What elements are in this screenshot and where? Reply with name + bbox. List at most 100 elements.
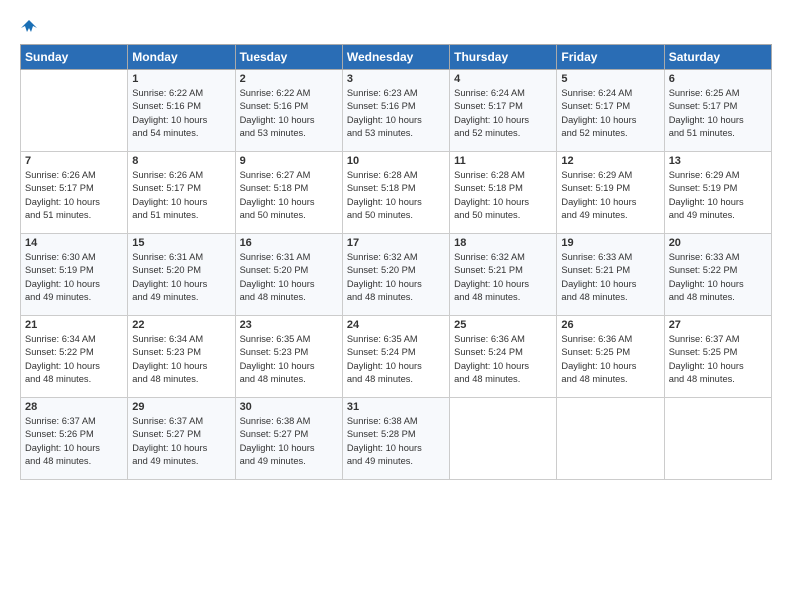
header-cell-saturday: Saturday bbox=[664, 45, 771, 70]
day-number: 27 bbox=[669, 319, 767, 331]
week-row-1: 1 Sunrise: 6:22 AM Sunset: 5:16 PM Daylig… bbox=[21, 70, 772, 152]
day-info: Sunrise: 6:31 AM Sunset: 5:20 PM Dayligh… bbox=[132, 251, 230, 305]
day-cell: 8Sunrise: 6:26 AM Sunset: 5:17 PM Daylig… bbox=[128, 152, 235, 234]
day-number: 18 bbox=[454, 237, 552, 249]
day-info: Sunrise: 6:29 AM Sunset: 5:19 PM Dayligh… bbox=[561, 169, 659, 223]
day-cell: 14 Sunrise: 6:30 AM Sunset: 5:19 PM Dayli… bbox=[21, 234, 128, 316]
day-cell: 3 Sunrise: 6:23 AM Sunset: 5:16 PM Daylig… bbox=[342, 70, 449, 152]
logo bbox=[20, 18, 38, 34]
header-cell-sunday: Sunday bbox=[21, 45, 128, 70]
day-cell bbox=[664, 398, 771, 480]
day-info: Sunrise: 6:37 AM Sunset: 5:27 PM Dayligh… bbox=[132, 415, 230, 469]
day-number: 8 bbox=[132, 155, 230, 167]
day-number: 1 bbox=[132, 73, 230, 85]
day-info: Sunrise: 6:38 AM Sunset: 5:27 PM Dayligh… bbox=[240, 415, 338, 469]
day-number: 13 bbox=[669, 155, 767, 167]
week-row-5: 28 Sunrise: 6:37 AM Sunset: 5:26 PM Dayli… bbox=[21, 398, 772, 480]
day-cell: 10Sunrise: 6:28 AM Sunset: 5:18 PM Dayli… bbox=[342, 152, 449, 234]
day-number: 25 bbox=[454, 319, 552, 331]
day-info: Sunrise: 6:25 AM Sunset: 5:17 PM Dayligh… bbox=[669, 87, 767, 141]
day-number: 3 bbox=[347, 73, 445, 85]
day-info: Sunrise: 6:24 AM Sunset: 5:17 PM Dayligh… bbox=[454, 87, 552, 141]
day-info: Sunrise: 6:23 AM Sunset: 5:16 PM Dayligh… bbox=[347, 87, 445, 141]
day-number: 30 bbox=[240, 401, 338, 413]
day-cell: 2 Sunrise: 6:22 AM Sunset: 5:16 PM Daylig… bbox=[235, 70, 342, 152]
day-info: Sunrise: 6:28 AM Sunset: 5:18 PM Dayligh… bbox=[347, 169, 445, 223]
day-cell: 5 Sunrise: 6:24 AM Sunset: 5:17 PM Daylig… bbox=[557, 70, 664, 152]
day-number: 20 bbox=[669, 237, 767, 249]
day-info: Sunrise: 6:36 AM Sunset: 5:25 PM Dayligh… bbox=[561, 333, 659, 387]
day-cell: 6 Sunrise: 6:25 AM Sunset: 5:17 PM Daylig… bbox=[664, 70, 771, 152]
day-cell: 20 Sunrise: 6:33 AM Sunset: 5:22 PM Dayli… bbox=[664, 234, 771, 316]
day-cell: 1 Sunrise: 6:22 AM Sunset: 5:16 PM Daylig… bbox=[128, 70, 235, 152]
day-number: 6 bbox=[669, 73, 767, 85]
header-cell-monday: Monday bbox=[128, 45, 235, 70]
day-number: 24 bbox=[347, 319, 445, 331]
day-number: 28 bbox=[25, 401, 123, 413]
day-info: Sunrise: 6:22 AM Sunset: 5:16 PM Dayligh… bbox=[132, 87, 230, 141]
day-info: Sunrise: 6:34 AM Sunset: 5:22 PM Dayligh… bbox=[25, 333, 123, 387]
day-info: Sunrise: 6:24 AM Sunset: 5:17 PM Dayligh… bbox=[561, 87, 659, 141]
day-cell: 11Sunrise: 6:28 AM Sunset: 5:18 PM Dayli… bbox=[450, 152, 557, 234]
day-number: 29 bbox=[132, 401, 230, 413]
day-info: Sunrise: 6:22 AM Sunset: 5:16 PM Dayligh… bbox=[240, 87, 338, 141]
day-cell: 16Sunrise: 6:31 AM Sunset: 5:20 PM Dayli… bbox=[235, 234, 342, 316]
day-info: Sunrise: 6:37 AM Sunset: 5:25 PM Dayligh… bbox=[669, 333, 767, 387]
day-number: 2 bbox=[240, 73, 338, 85]
day-cell: 13 Sunrise: 6:29 AM Sunset: 5:19 PM Dayli… bbox=[664, 152, 771, 234]
day-number: 11 bbox=[454, 155, 552, 167]
day-number: 16 bbox=[240, 237, 338, 249]
week-row-3: 14 Sunrise: 6:30 AM Sunset: 5:19 PM Dayli… bbox=[21, 234, 772, 316]
day-number: 19 bbox=[561, 237, 659, 249]
day-cell: 12 Sunrise: 6:29 AM Sunset: 5:19 PM Dayli… bbox=[557, 152, 664, 234]
day-number: 14 bbox=[25, 237, 123, 249]
day-info: Sunrise: 6:36 AM Sunset: 5:24 PM Dayligh… bbox=[454, 333, 552, 387]
day-cell bbox=[557, 398, 664, 480]
day-cell: 26 Sunrise: 6:36 AM Sunset: 5:25 PM Dayli… bbox=[557, 316, 664, 398]
header-cell-tuesday: Tuesday bbox=[235, 45, 342, 70]
day-cell: 24 Sunrise: 6:35 AM Sunset: 5:24 PM Dayli… bbox=[342, 316, 449, 398]
day-number: 5 bbox=[561, 73, 659, 85]
calendar-table: SundayMondayTuesdayWednesdayThursdayFrid… bbox=[20, 44, 772, 480]
week-row-2: 7Sunrise: 6:26 AM Sunset: 5:17 PM Daylig… bbox=[21, 152, 772, 234]
day-number: 15 bbox=[132, 237, 230, 249]
day-number: 21 bbox=[25, 319, 123, 331]
day-cell: 9 Sunrise: 6:27 AM Sunset: 5:18 PM Daylig… bbox=[235, 152, 342, 234]
day-cell: 18 Sunrise: 6:32 AM Sunset: 5:21 PM Dayli… bbox=[450, 234, 557, 316]
header-cell-thursday: Thursday bbox=[450, 45, 557, 70]
day-info: Sunrise: 6:35 AM Sunset: 5:24 PM Dayligh… bbox=[347, 333, 445, 387]
day-info: Sunrise: 6:27 AM Sunset: 5:18 PM Dayligh… bbox=[240, 169, 338, 223]
day-cell: 28 Sunrise: 6:37 AM Sunset: 5:26 PM Dayli… bbox=[21, 398, 128, 480]
week-row-4: 21 Sunrise: 6:34 AM Sunset: 5:22 PM Dayli… bbox=[21, 316, 772, 398]
header-row: SundayMondayTuesdayWednesdayThursdayFrid… bbox=[21, 45, 772, 70]
header-cell-friday: Friday bbox=[557, 45, 664, 70]
day-cell: 21 Sunrise: 6:34 AM Sunset: 5:22 PM Dayli… bbox=[21, 316, 128, 398]
day-number: 26 bbox=[561, 319, 659, 331]
day-cell: 29 Sunrise: 6:37 AM Sunset: 5:27 PM Dayli… bbox=[128, 398, 235, 480]
day-cell: 22 Sunrise: 6:34 AM Sunset: 5:23 PM Dayli… bbox=[128, 316, 235, 398]
day-cell: 7Sunrise: 6:26 AM Sunset: 5:17 PM Daylig… bbox=[21, 152, 128, 234]
day-cell: 4Sunrise: 6:24 AM Sunset: 5:17 PM Daylig… bbox=[450, 70, 557, 152]
day-info: Sunrise: 6:26 AM Sunset: 5:17 PM Dayligh… bbox=[25, 169, 123, 223]
day-info: Sunrise: 6:32 AM Sunset: 5:21 PM Dayligh… bbox=[454, 251, 552, 305]
day-number: 31 bbox=[347, 401, 445, 413]
day-cell: 15 Sunrise: 6:31 AM Sunset: 5:20 PM Dayli… bbox=[128, 234, 235, 316]
day-info: Sunrise: 6:33 AM Sunset: 5:22 PM Dayligh… bbox=[669, 251, 767, 305]
logo-bird-icon bbox=[21, 18, 37, 34]
day-number: 9 bbox=[240, 155, 338, 167]
day-info: Sunrise: 6:35 AM Sunset: 5:23 PM Dayligh… bbox=[240, 333, 338, 387]
header-cell-wednesday: Wednesday bbox=[342, 45, 449, 70]
day-cell: 31Sunrise: 6:38 AM Sunset: 5:28 PM Dayli… bbox=[342, 398, 449, 480]
day-cell bbox=[21, 70, 128, 152]
day-info: Sunrise: 6:33 AM Sunset: 5:21 PM Dayligh… bbox=[561, 251, 659, 305]
day-cell: 23Sunrise: 6:35 AM Sunset: 5:23 PM Dayli… bbox=[235, 316, 342, 398]
day-info: Sunrise: 6:34 AM Sunset: 5:23 PM Dayligh… bbox=[132, 333, 230, 387]
day-info: Sunrise: 6:29 AM Sunset: 5:19 PM Dayligh… bbox=[669, 169, 767, 223]
day-number: 22 bbox=[132, 319, 230, 331]
day-number: 12 bbox=[561, 155, 659, 167]
page-header bbox=[20, 18, 772, 34]
day-info: Sunrise: 6:37 AM Sunset: 5:26 PM Dayligh… bbox=[25, 415, 123, 469]
day-info: Sunrise: 6:30 AM Sunset: 5:19 PM Dayligh… bbox=[25, 251, 123, 305]
day-number: 17 bbox=[347, 237, 445, 249]
day-cell: 25 Sunrise: 6:36 AM Sunset: 5:24 PM Dayli… bbox=[450, 316, 557, 398]
